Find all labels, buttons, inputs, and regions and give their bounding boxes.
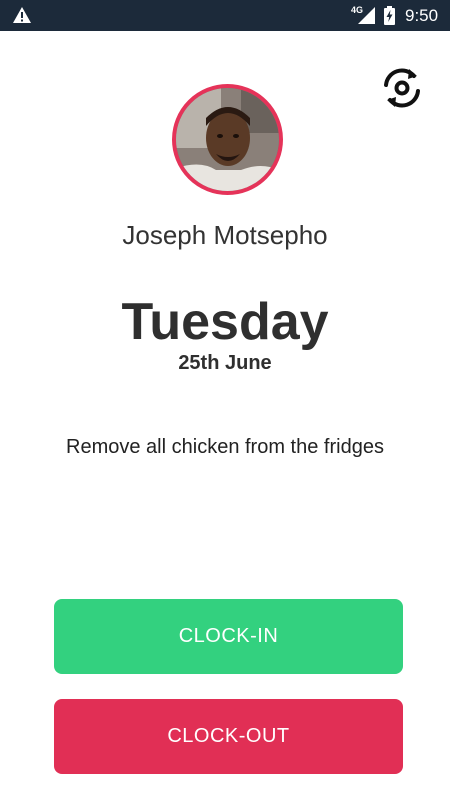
clock-in-button[interactable]: CLOCK-IN <box>54 599 403 674</box>
clock-out-label: CLOCK-OUT <box>167 725 290 747</box>
task-text: Remove all chicken from the fridges <box>66 436 384 458</box>
battery-charging-icon <box>384 6 395 25</box>
avatar <box>172 84 283 195</box>
clock-out-button[interactable]: CLOCK-OUT <box>54 699 403 774</box>
day-of-week: Tuesday <box>121 293 329 351</box>
signal-icon <box>358 7 375 24</box>
status-time: 9:50 <box>405 6 439 25</box>
clock-in-label: CLOCK-IN <box>178 625 279 647</box>
employee-name: Joseph Motsepho <box>122 220 328 250</box>
status-bar: 4G 9:50 <box>0 0 450 31</box>
switch-camera-icon[interactable] <box>378 63 426 111</box>
date-label: 25th June <box>178 352 272 374</box>
avatar-photo <box>176 88 279 191</box>
warning-icon <box>13 7 31 23</box>
